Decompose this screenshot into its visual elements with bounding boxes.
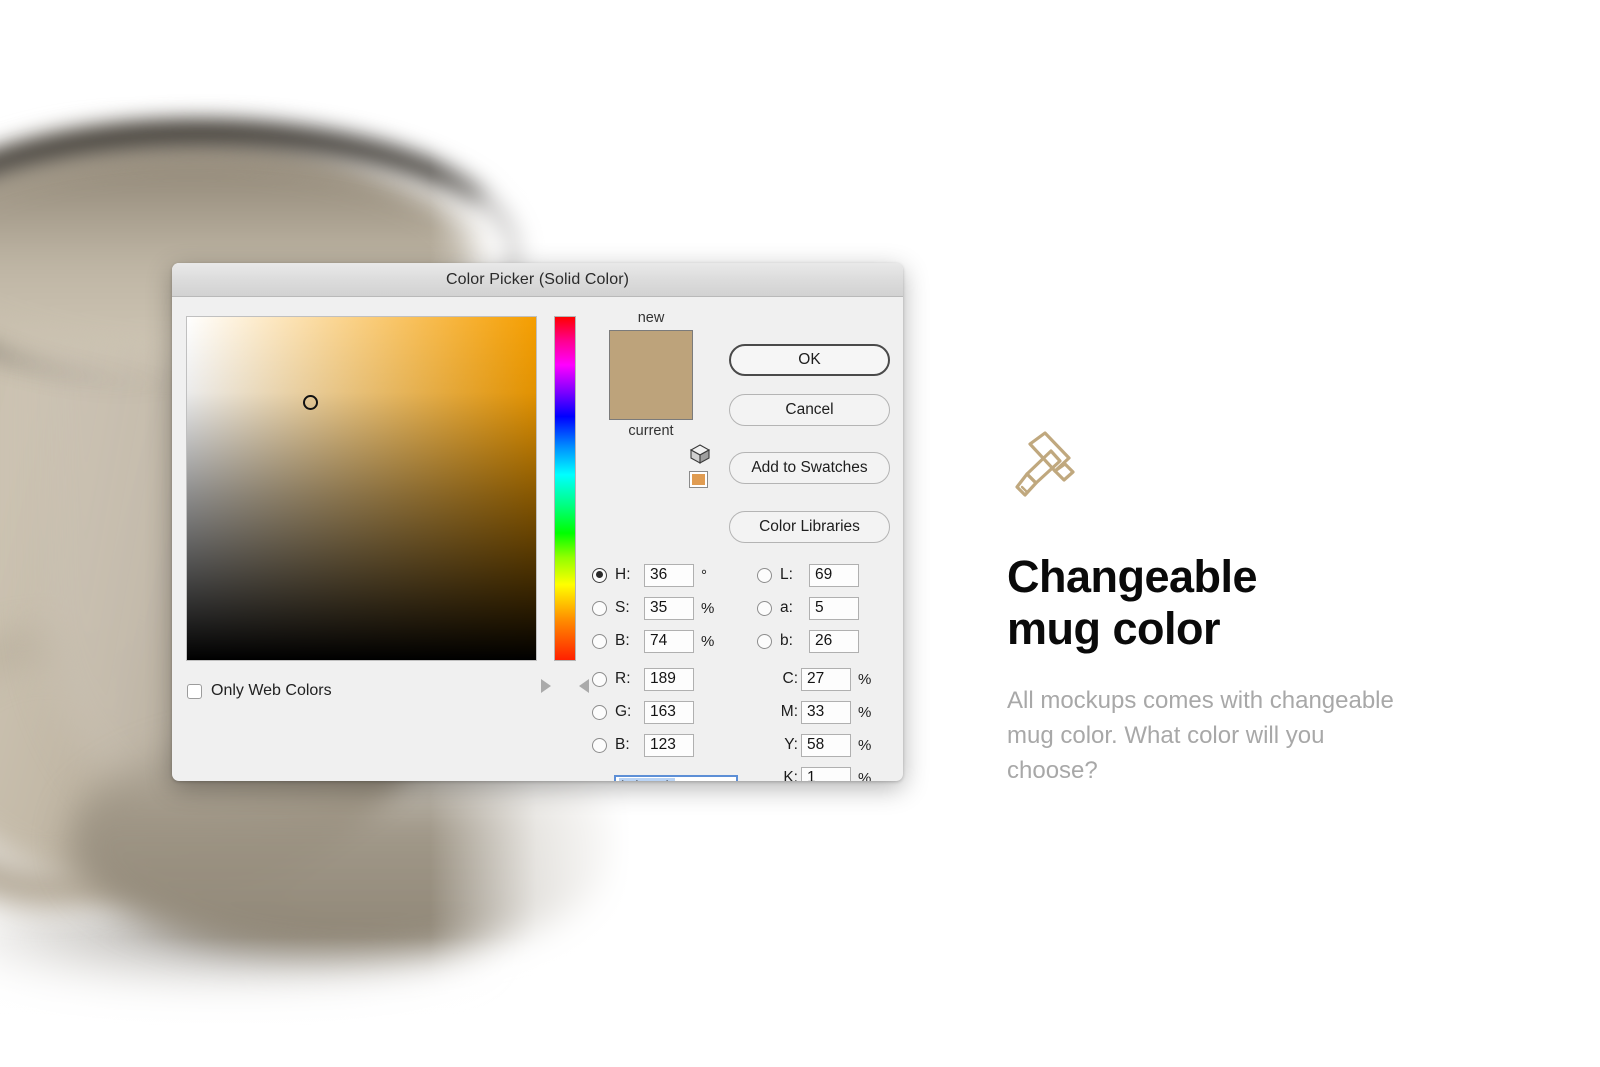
input-b-lab[interactable]: 26 xyxy=(809,629,859,653)
dialog-titlebar[interactable]: Color Picker (Solid Color) xyxy=(172,263,903,297)
color-libraries-button[interactable]: Color Libraries xyxy=(729,511,890,543)
promo-icon-wrap xyxy=(1007,430,1437,515)
only-web-colors-row[interactable]: Only Web Colors xyxy=(187,682,332,700)
label-b-blue: B: xyxy=(615,736,630,753)
radio-g[interactable] xyxy=(592,704,607,720)
ok-button[interactable]: OK xyxy=(729,344,890,376)
promo-title-line2: mug color xyxy=(1007,603,1221,654)
current-color-label: current xyxy=(628,423,674,439)
sb-brightness-layer xyxy=(187,317,536,660)
only-web-colors-label: Only Web Colors xyxy=(211,682,332,699)
input-b-brightness[interactable]: 74 xyxy=(644,629,694,653)
label-l: L: xyxy=(780,566,793,583)
input-b-blue[interactable]: 123 xyxy=(644,733,694,757)
color-picker-dialog: Color Picker (Solid Color) Only Web Colo… xyxy=(172,263,903,781)
hex-input[interactable]: bda37b xyxy=(613,775,738,781)
lab-cmyk-column: L: 69 a: 5 b: 26 C: 27 % M: 33 % Y: 58 %… xyxy=(757,563,882,781)
photo-fade-bottom xyxy=(0,937,700,1067)
field-row-a[interactable]: a: 5 xyxy=(757,596,882,620)
hex-row[interactable]: # bda37b xyxy=(592,775,738,781)
label-s: S: xyxy=(615,599,630,616)
websafe-color-swatch[interactable] xyxy=(689,471,708,488)
label-y: Y: xyxy=(784,736,798,753)
radio-h[interactable] xyxy=(592,567,607,583)
radio-s[interactable] xyxy=(592,600,607,616)
radio-a[interactable] xyxy=(757,600,772,616)
hex-hash-label: # xyxy=(598,779,607,781)
radio-b-lab[interactable] xyxy=(757,633,772,649)
field-row-b-blue[interactable]: B: 123 xyxy=(592,733,717,757)
promo-panel: Changeable mug color All mockups comes w… xyxy=(1007,430,1437,788)
websafe-swatch-fill xyxy=(692,474,705,485)
hue-slider-strip[interactable] xyxy=(554,316,576,661)
field-row-k[interactable]: K: 1 % xyxy=(757,766,882,781)
label-a: a: xyxy=(780,599,793,616)
field-row-s[interactable]: S: 35 % xyxy=(592,596,717,620)
hex-value: bda37b xyxy=(618,777,676,781)
unit-y: % xyxy=(858,736,872,754)
label-g: G: xyxy=(615,703,632,720)
radio-b-brightness[interactable] xyxy=(592,633,607,649)
hsb-rgb-column: H: 36 ° S: 35 % B: 74 % R: 189 G: 163 B:… xyxy=(592,563,717,766)
dialog-title: Color Picker (Solid Color) xyxy=(445,270,630,288)
label-r: R: xyxy=(615,670,631,687)
unit-m: % xyxy=(858,703,872,721)
field-row-h[interactable]: H: 36 ° xyxy=(592,563,717,587)
label-h: H: xyxy=(615,566,631,583)
input-r[interactable]: 189 xyxy=(644,667,694,691)
label-m: M: xyxy=(780,703,798,720)
hue-slider-handle-right[interactable] xyxy=(579,679,589,693)
field-row-b-lab[interactable]: b: 26 xyxy=(757,629,882,653)
saturation-brightness-field[interactable] xyxy=(186,316,537,661)
radio-l[interactable] xyxy=(757,567,772,583)
sb-color-marker[interactable] xyxy=(303,395,318,410)
input-h[interactable]: 36 xyxy=(644,563,694,587)
input-a[interactable]: 5 xyxy=(809,596,859,620)
add-to-swatches-button[interactable]: Add to Swatches xyxy=(729,452,890,484)
radio-r[interactable] xyxy=(592,671,607,687)
label-k: K: xyxy=(783,769,798,781)
promo-body: All mockups comes with changeable mug co… xyxy=(1007,687,1394,784)
field-row-l[interactable]: L: 69 xyxy=(757,563,882,587)
field-row-y[interactable]: Y: 58 % xyxy=(757,733,882,757)
promo-title-line1: Changeable xyxy=(1007,551,1258,602)
input-s[interactable]: 35 xyxy=(644,596,694,620)
paint-roller-icon xyxy=(1015,431,1075,497)
unit-b-brightness: % xyxy=(701,632,715,650)
dialog-body: Only Web Colors new current OK Cancel Ad… xyxy=(172,297,903,781)
unit-s: % xyxy=(701,599,715,617)
field-row-c[interactable]: C: 27 % xyxy=(757,667,882,691)
promo-title: Changeable mug color xyxy=(1007,551,1437,655)
hue-slider-handle-left[interactable] xyxy=(541,679,551,693)
input-l[interactable]: 69 xyxy=(809,563,859,587)
field-row-g[interactable]: G: 163 xyxy=(592,700,717,724)
unit-h: ° xyxy=(701,566,707,584)
label-b-brightness: B: xyxy=(615,632,630,649)
input-k[interactable]: 1 xyxy=(801,766,851,781)
field-row-b-brightness[interactable]: B: 74 % xyxy=(592,629,717,653)
input-c[interactable]: 27 xyxy=(801,667,851,691)
new-color-label: new xyxy=(637,310,665,326)
unit-c: % xyxy=(858,670,872,688)
field-row-r[interactable]: R: 189 xyxy=(592,667,717,691)
only-web-colors-checkbox[interactable] xyxy=(187,683,202,699)
input-y[interactable]: 58 xyxy=(801,733,851,757)
cube-icon[interactable] xyxy=(689,443,711,465)
input-m[interactable]: 33 xyxy=(801,700,851,724)
warning-icons xyxy=(689,443,713,488)
label-b-lab: b: xyxy=(780,632,793,649)
radio-b-blue[interactable] xyxy=(592,737,607,753)
input-g[interactable]: 163 xyxy=(644,700,694,724)
cancel-button[interactable]: Cancel xyxy=(729,394,890,426)
unit-k: % xyxy=(858,769,872,782)
field-row-m[interactable]: M: 33 % xyxy=(757,700,882,724)
label-c: C: xyxy=(782,670,799,687)
new-color-swatch[interactable] xyxy=(609,330,693,420)
color-preview: new current xyxy=(595,309,707,440)
